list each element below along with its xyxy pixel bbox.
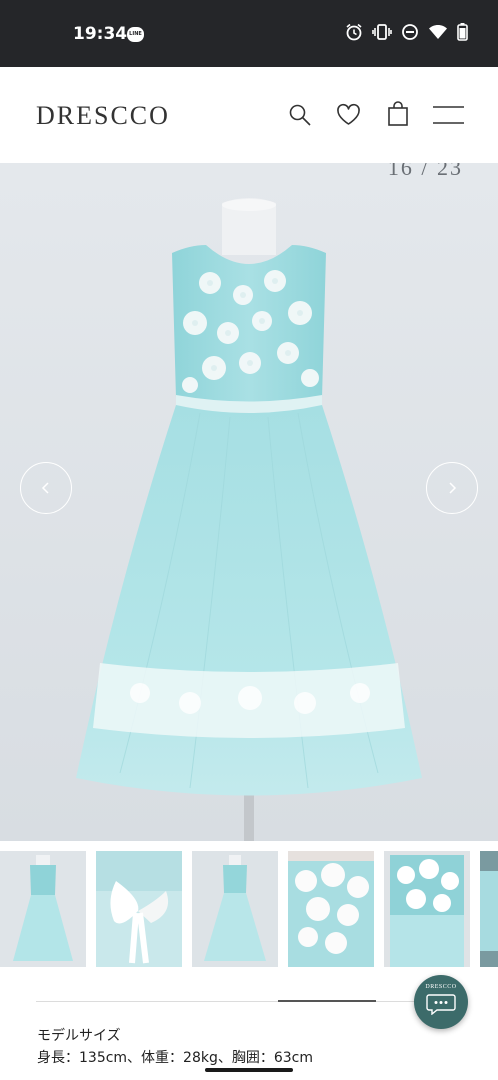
search-icon[interactable] — [288, 103, 312, 127]
site-header: DRESCCO — [0, 67, 498, 163]
chat-button[interactable]: DRESCCO — [414, 975, 468, 1029]
heart-icon[interactable] — [336, 103, 361, 127]
gesture-navigation-bar[interactable] — [205, 1068, 293, 1072]
chat-bubble-icon — [426, 994, 456, 1015]
thumbnail[interactable] — [96, 851, 182, 967]
thumbnail[interactable] — [192, 851, 278, 967]
image-counter: 16 / 23 — [387, 163, 463, 180]
thumbnail-scroll-track — [36, 1001, 465, 1002]
battery-icon — [457, 23, 468, 41]
next-image-button[interactable] — [426, 462, 478, 514]
alarm-icon — [346, 23, 362, 41]
thumbnail[interactable] — [384, 851, 470, 967]
thumbnail-strip[interactable] — [0, 851, 498, 967]
dress-photo — [0, 163, 498, 841]
chevron-right-icon — [449, 482, 457, 494]
status-bar: 19:34 LINE — [0, 0, 498, 67]
model-size-detail: 身長：135cm、体重：28kg、胸囲：63cm — [37, 1050, 314, 1066]
thumbnail[interactable] — [480, 851, 498, 967]
do-not-disturb-icon — [402, 24, 418, 40]
status-icons — [345, 23, 468, 41]
thumbnail[interactable] — [0, 851, 86, 967]
shopping-bag-icon[interactable] — [387, 101, 409, 127]
line-notification-icon: LINE — [127, 27, 144, 42]
menu-icon[interactable] — [433, 105, 464, 125]
chevron-left-icon — [41, 482, 49, 494]
status-time: 19:34 — [73, 24, 128, 44]
chat-logo: DRESCCO — [425, 984, 457, 990]
wifi-icon — [429, 25, 447, 39]
product-main-image[interactable]: 16 / 23 — [0, 163, 498, 841]
thumbnail-scroll-indicator[interactable] — [278, 1000, 376, 1002]
site-logo[interactable]: DRESCCO — [36, 101, 170, 131]
thumbnail[interactable] — [288, 851, 374, 967]
model-size-heading: モデルサイズ — [37, 1028, 121, 1044]
vibrate-icon — [372, 24, 392, 40]
previous-image-button[interactable] — [20, 462, 72, 514]
